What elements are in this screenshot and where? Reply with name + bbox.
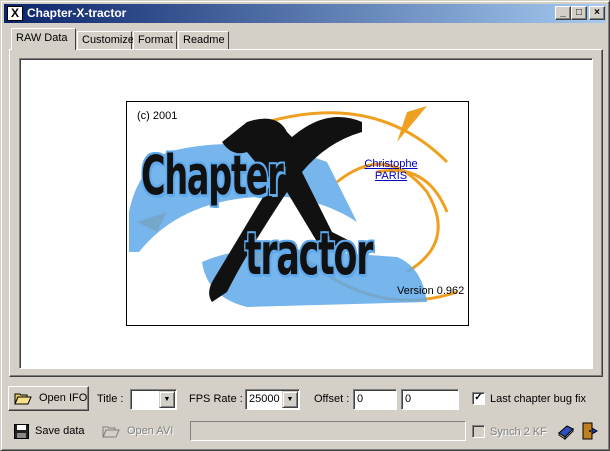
- maximize-button[interactable]: □: [571, 6, 587, 20]
- main-window: X Chapter-X-tractor _ □ × RAW Data Custo…: [0, 0, 610, 451]
- folder-open-icon: [14, 393, 32, 405]
- tab-label: Customize: [82, 34, 134, 46]
- book-icon[interactable]: [557, 423, 575, 440]
- offset-input-2[interactable]: 0: [401, 389, 459, 410]
- fps-rate-label: FPS Rate :: [189, 393, 243, 405]
- offset-value-2: 0: [405, 393, 412, 405]
- copyright-text: (c) 2001: [137, 110, 178, 122]
- open-ifo-button[interactable]: Open IFO: [8, 386, 89, 411]
- tab-panel-raw-data: Chapter tractor (c) 2001 Christophe PARI…: [9, 49, 603, 377]
- tab-format[interactable]: Format: [133, 31, 177, 49]
- offset-input-1[interactable]: 0: [353, 389, 397, 410]
- title-bar[interactable]: X Chapter-X-tractor _ □ ×: [4, 4, 606, 23]
- logo-word-tractor: tractor: [245, 220, 373, 288]
- progress-bar: [190, 421, 466, 441]
- tab-raw-data[interactable]: RAW Data: [11, 28, 76, 50]
- window-title: Chapter-X-tractor: [27, 6, 127, 20]
- author-link[interactable]: Christophe PARIS: [357, 158, 425, 182]
- tab-readme[interactable]: Readme: [178, 31, 229, 49]
- exit-door-icon[interactable]: [581, 422, 599, 440]
- synch-kf-checkbox[interactable]: [472, 425, 485, 438]
- author-last-name: PARIS: [374, 170, 408, 182]
- offset-label: Offset :: [314, 393, 350, 405]
- title-select[interactable]: ▼: [130, 389, 177, 410]
- synch-kf-label[interactable]: Synch 2 KF: [490, 426, 547, 438]
- minimize-button[interactable]: _: [555, 6, 571, 20]
- last-chapter-fix-checkbox[interactable]: ✓: [472, 392, 485, 405]
- tab-customize[interactable]: Customize: [77, 31, 134, 49]
- open-ifo-label: Open IFO: [39, 392, 88, 404]
- last-chapter-fix-label[interactable]: Last chapter bug fix: [490, 393, 586, 405]
- chevron-down-icon[interactable]: ▼: [282, 391, 298, 408]
- title-label: Title :: [97, 393, 124, 405]
- splash-logo: Chapter tractor (c) 2001 Christophe PARI…: [126, 101, 469, 326]
- folder-open-icon: [102, 426, 120, 438]
- author-first-name: Christophe: [364, 158, 418, 170]
- raw-data-area[interactable]: Chapter tractor (c) 2001 Christophe PARI…: [19, 58, 593, 369]
- fps-rate-select[interactable]: 25000 ▼: [245, 389, 300, 410]
- save-data-label: Save data: [35, 425, 85, 437]
- save-data-button[interactable]: Save data: [11, 421, 91, 443]
- open-avi-button[interactable]: Open AVI: [99, 421, 179, 443]
- version-text: Version 0.962: [397, 285, 465, 297]
- fps-rate-value: 25000: [249, 393, 280, 405]
- logo-word-chapter: Chapter: [141, 144, 284, 207]
- close-button[interactable]: ×: [589, 6, 605, 20]
- tab-label: RAW Data: [16, 32, 68, 44]
- open-avi-label: Open AVI: [127, 425, 174, 437]
- tab-label: Format: [138, 34, 173, 46]
- offset-value-1: 0: [357, 393, 364, 405]
- chevron-down-icon[interactable]: ▼: [159, 391, 175, 408]
- app-icon[interactable]: X: [7, 6, 23, 21]
- tab-label: Readme: [183, 34, 225, 46]
- floppy-disk-icon: [14, 424, 29, 439]
